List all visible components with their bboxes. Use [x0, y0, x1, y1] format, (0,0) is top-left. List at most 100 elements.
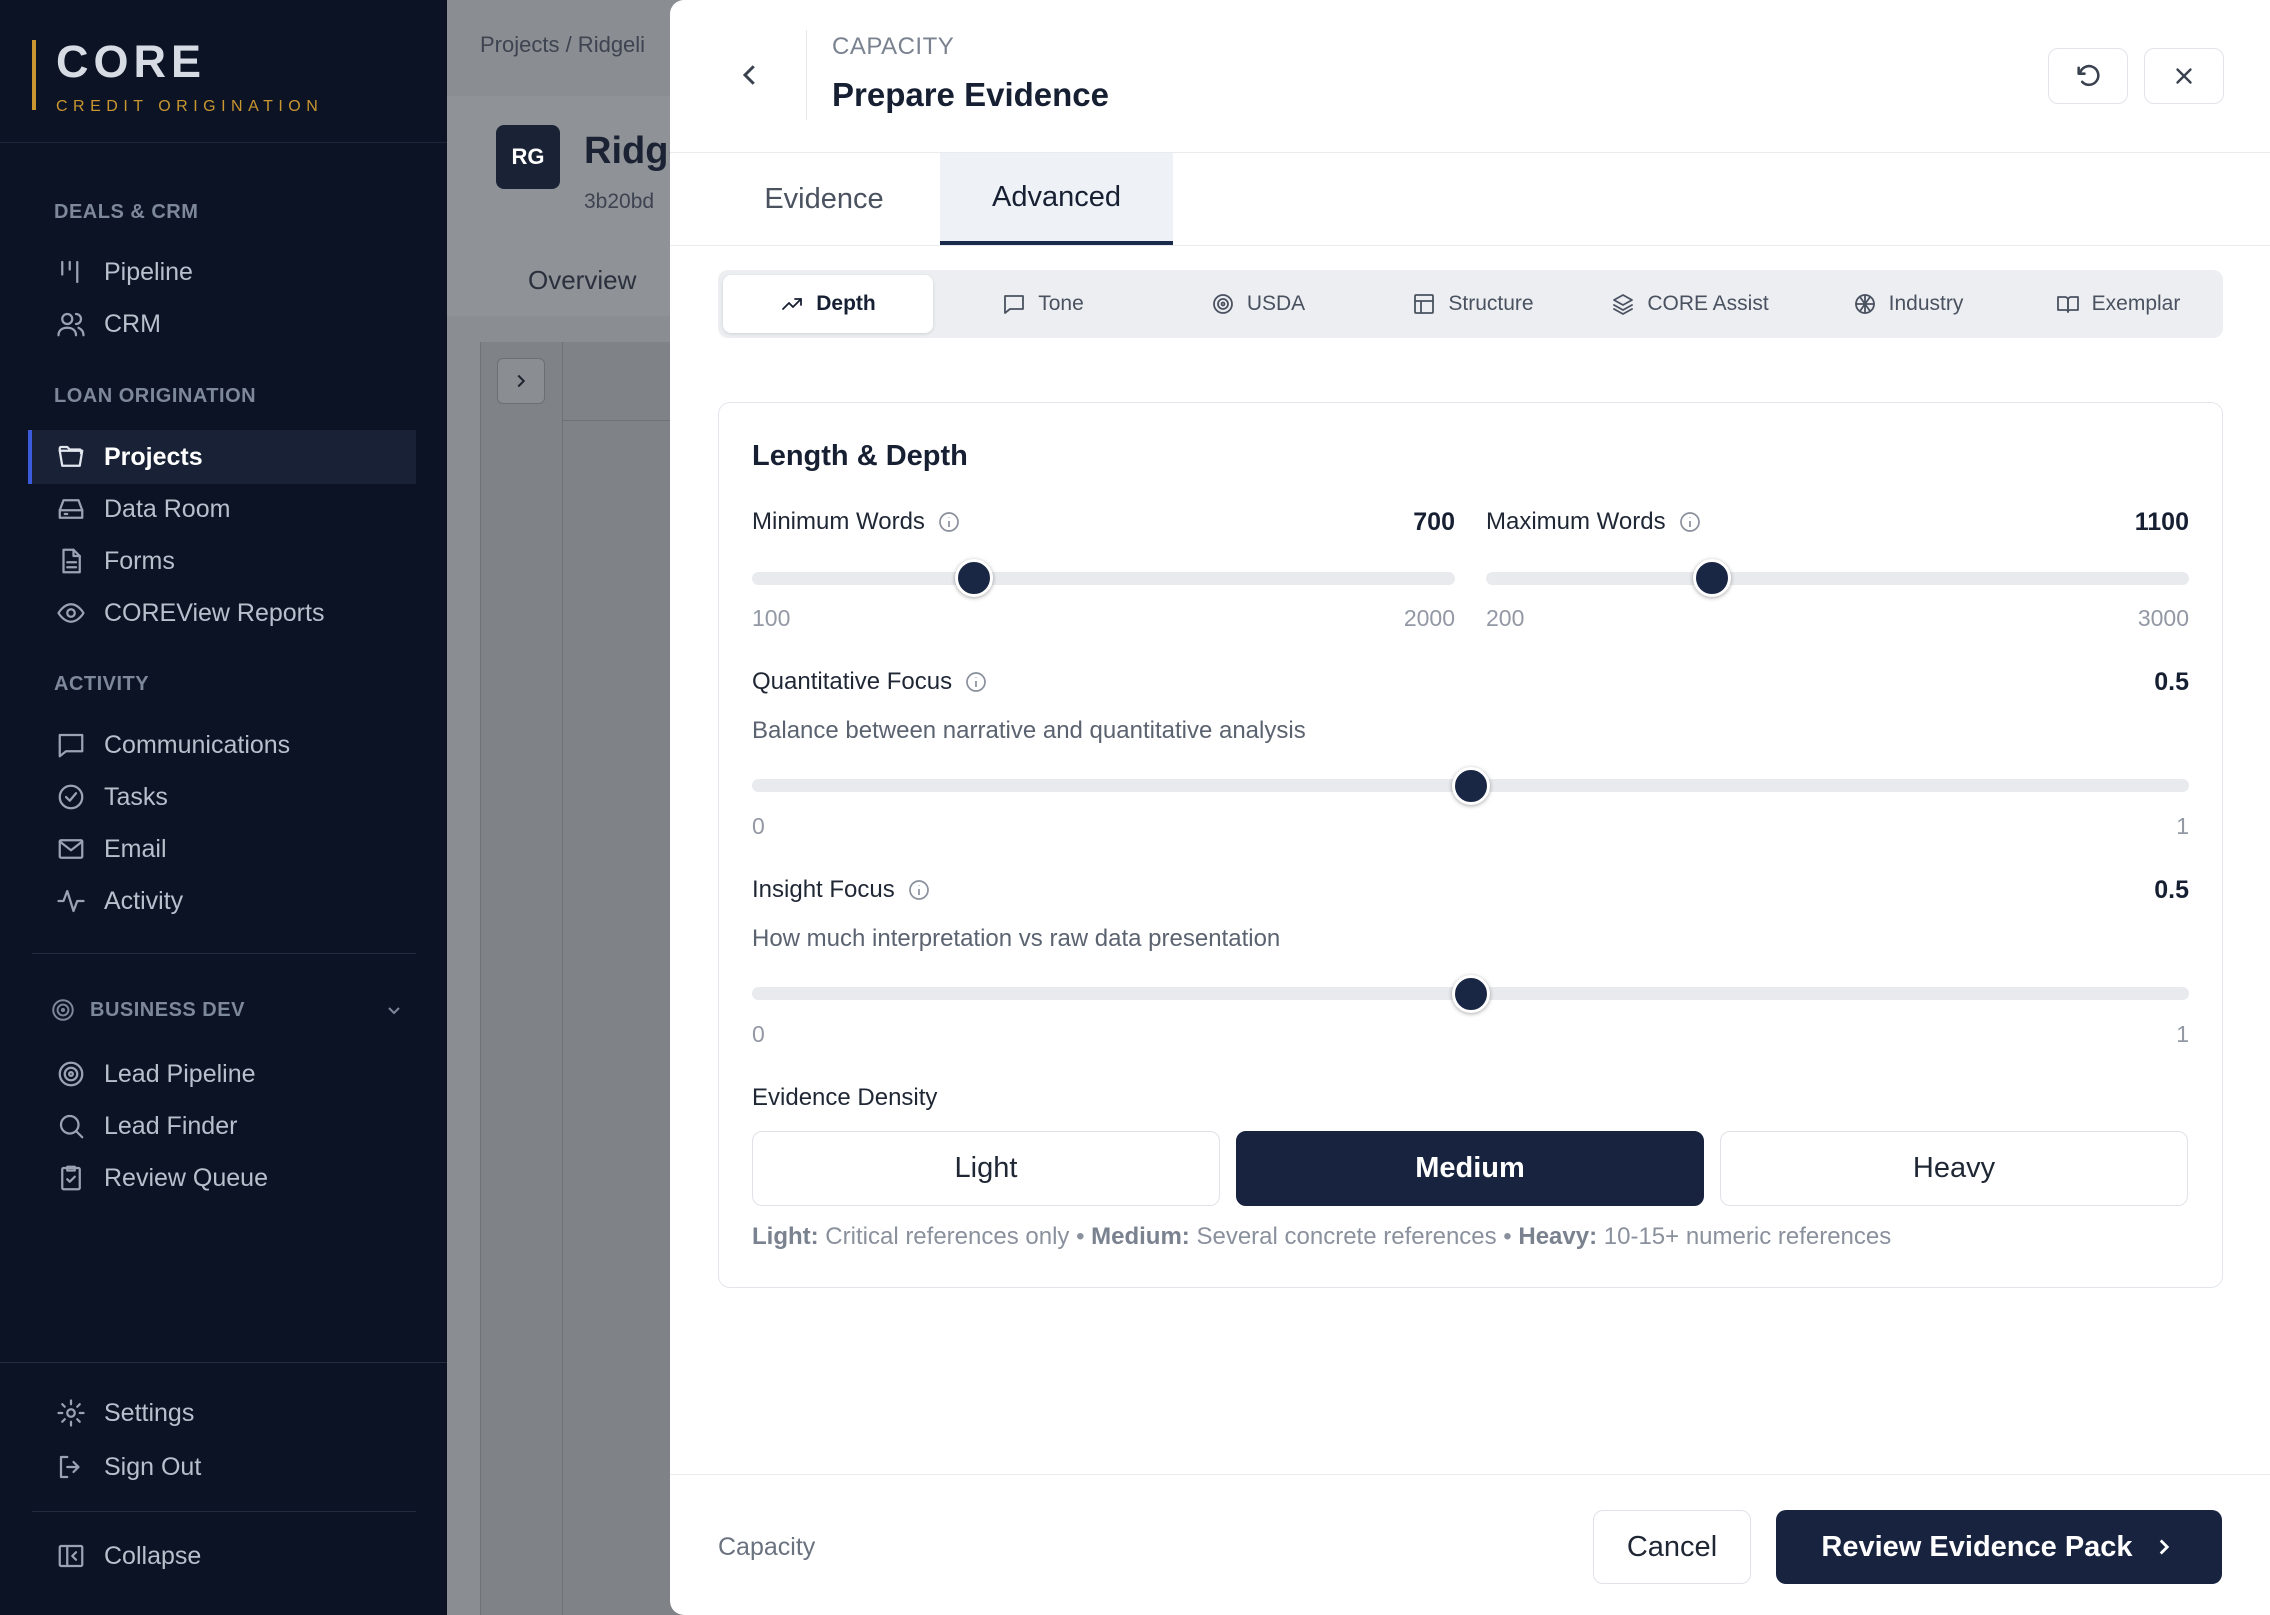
sidebar-item-crm[interactable]: CRM: [28, 297, 416, 351]
subtab-label: CORE Assist: [1647, 292, 1769, 315]
subtab-tone[interactable]: Tone: [938, 275, 1148, 333]
sidebar-item-coreview[interactable]: COREView Reports: [28, 586, 416, 640]
section-label-business[interactable]: BUSINESS DEV: [90, 999, 245, 1022]
subtab-label: Depth: [816, 292, 876, 315]
insight-focus-slider-thumb[interactable]: [1451, 975, 1490, 1013]
quant-focus-label: Quantitative Focus: [752, 668, 988, 696]
subtab-label: USDA: [1246, 292, 1306, 315]
sidebar-collapse-button[interactable]: Collapse: [28, 1529, 416, 1583]
sidebar-item-tasks[interactable]: Tasks: [28, 770, 416, 824]
trending-up-icon: [782, 298, 803, 310]
expand-panel-button: [497, 358, 545, 404]
legend-medium-key: Medium:: [1091, 1223, 1190, 1250]
divider: [806, 30, 807, 120]
info-icon[interactable]: [1678, 510, 1702, 534]
subtab-label: Industry: [1888, 292, 1964, 315]
sidebar-item-pipeline[interactable]: Pipeline: [28, 245, 416, 299]
sidebar-item-label: Lead Finder: [104, 1111, 238, 1140]
info-icon[interactable]: [907, 878, 931, 902]
sidebar-item-email[interactable]: Email: [28, 822, 416, 876]
divider: [32, 1511, 416, 1512]
density-option-medium[interactable]: Medium: [1236, 1131, 1704, 1206]
sidebar-item-label: Pipeline: [104, 257, 193, 286]
subtab-core-assist[interactable]: CORE Assist: [1580, 275, 1800, 333]
subtab-depth[interactable]: Depth: [723, 275, 933, 333]
min-words-label-text: Minimum Words: [752, 508, 925, 535]
info-icon[interactable]: [937, 510, 961, 534]
max-words-range-min: 200: [1486, 605, 1525, 631]
tab-advanced[interactable]: Advanced: [940, 153, 1173, 245]
section-label-deals: DEALS & CRM: [54, 201, 199, 223]
insight-focus-range-max: 1: [2176, 1021, 2189, 1047]
max-words-value: 1100: [2134, 508, 2189, 536]
subtab-exemplar[interactable]: Exemplar: [2013, 275, 2223, 333]
target-icon: [50, 997, 76, 1023]
divider: [32, 953, 416, 954]
sidebar-item-lead-pipeline[interactable]: Lead Pipeline: [28, 1047, 416, 1101]
brand-title: CORE: [56, 36, 207, 87]
chevron-left-icon: [742, 65, 755, 85]
section-label-loan: LOAN ORIGINATION: [54, 385, 257, 407]
insight-focus-value: 0.5: [2154, 876, 2189, 904]
globe-icon: [1854, 294, 1875, 314]
project-id: 3b20bd: [584, 190, 655, 213]
sidebar-item-label: Communications: [104, 730, 291, 759]
cancel-button[interactable]: Cancel: [1593, 1510, 1751, 1584]
sidebar-item-label: Lead Pipeline: [104, 1059, 256, 1088]
book-open-icon: [2056, 296, 2079, 313]
check-circle-icon: [54, 780, 88, 814]
divider: [0, 142, 447, 143]
min-words-range-max: 2000: [1403, 605, 1455, 631]
back-button[interactable]: [730, 55, 770, 95]
chevron-down-icon[interactable]: [382, 998, 406, 1022]
subtab-label: Tone: [1038, 292, 1084, 315]
sidebar-item-label: COREView Reports: [104, 598, 325, 627]
reset-button[interactable]: [2048, 48, 2128, 104]
search-icon: [54, 1109, 88, 1143]
quant-focus-range-max: 1: [2176, 813, 2189, 839]
subtab-label: Exemplar: [2091, 292, 2181, 315]
min-words-label: Minimum Words: [752, 508, 961, 536]
sidebar-item-lead-finder[interactable]: Lead Finder: [28, 1099, 416, 1153]
review-evidence-pack-label: Review Evidence Pack: [1821, 1530, 2133, 1563]
tab-evidence[interactable]: Evidence: [718, 153, 930, 245]
quant-focus-slider-thumb[interactable]: [1451, 767, 1490, 805]
sidebar-item-settings[interactable]: Settings: [28, 1386, 416, 1440]
folder-open-icon: [54, 440, 88, 474]
quant-focus-label-text: Quantitative Focus: [752, 668, 953, 695]
min-words-slider-track[interactable]: [752, 572, 1455, 585]
close-button[interactable]: [2144, 48, 2224, 104]
sidebar-item-sign-out[interactable]: Sign Out: [28, 1440, 416, 1494]
max-words-range-max: 3000: [2137, 605, 2189, 631]
density-option-heavy[interactable]: Heavy: [1720, 1131, 2188, 1206]
sidebar-item-forms[interactable]: Forms: [28, 534, 416, 588]
brand-logo[interactable]: CORE CREDIT ORIGINATION: [32, 36, 323, 115]
max-words-slider-thumb[interactable]: [1692, 559, 1731, 597]
info-icon[interactable]: [964, 670, 988, 694]
chevron-right-icon: [517, 374, 526, 388]
insight-focus-description: How much interpretation vs raw data pres…: [752, 925, 1281, 952]
panel-collapse-icon: [54, 1539, 88, 1573]
density-option-light[interactable]: Light: [752, 1131, 1220, 1206]
subtab-structure[interactable]: Structure: [1368, 275, 1578, 333]
quant-focus-value: 0.5: [2154, 668, 2189, 696]
max-words-slider-track[interactable]: [1486, 572, 2189, 585]
sidebar-item-data-room[interactable]: Data Room: [28, 482, 416, 536]
clipboard-check-icon: [54, 1161, 88, 1195]
sidebar-item-projects[interactable]: Projects: [28, 430, 416, 484]
sidebar-item-communications[interactable]: Communications: [28, 718, 416, 772]
min-words-range-min: 100: [752, 605, 791, 631]
subtab-industry[interactable]: Industry: [1803, 275, 2013, 333]
review-evidence-pack-button[interactable]: Review Evidence Pack: [1776, 1510, 2222, 1584]
document-icon: [54, 544, 88, 578]
sidebar-item-label: Forms: [104, 546, 175, 575]
subtab-usda[interactable]: USDA: [1153, 275, 1363, 333]
min-words-slider-thumb[interactable]: [955, 559, 994, 597]
activity-pulse-icon: [54, 884, 88, 918]
message-square-icon: [1004, 295, 1025, 314]
insight-focus-range-min: 0: [752, 1021, 765, 1047]
sidebar-item-review-queue[interactable]: Review Queue: [28, 1151, 416, 1205]
gear-icon: [54, 1396, 88, 1430]
modal-eyebrow: CAPACITY: [832, 33, 955, 60]
sidebar-item-activity[interactable]: Activity: [28, 874, 416, 928]
